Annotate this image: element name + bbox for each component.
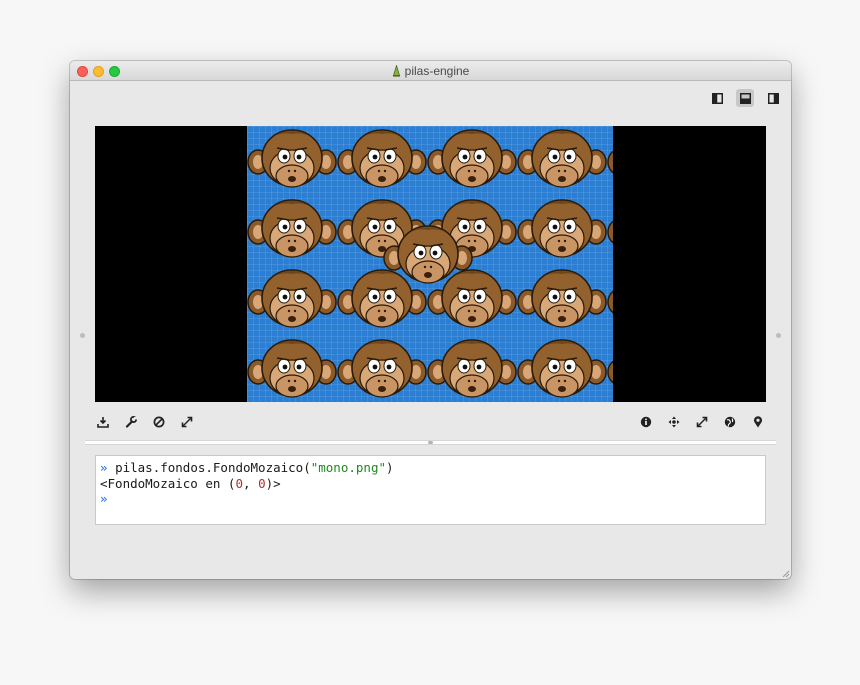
expand-icon [181, 416, 193, 428]
monkey-tile [337, 129, 427, 188]
move-button[interactable] [667, 415, 681, 429]
monkey-tile [517, 339, 607, 398]
info-icon [640, 416, 652, 428]
monkey-tile [607, 199, 613, 258]
info-button[interactable] [639, 415, 653, 429]
monkey-tile [517, 199, 607, 258]
resize-button[interactable] [695, 415, 709, 429]
app-icon [392, 65, 400, 77]
monkey-tile [247, 199, 337, 258]
panel-bottom-icon [739, 92, 751, 104]
title-bar[interactable]: pilas-engine [70, 61, 791, 81]
monkey-tile [247, 269, 337, 328]
console-line: » pilas.fondos.FondoMozaico("mono.png") [100, 460, 765, 476]
block-icon [153, 416, 165, 428]
expand-icon [696, 416, 708, 428]
monkey-tile [247, 339, 337, 398]
right-splitter-handle[interactable] [776, 333, 781, 338]
tools-button[interactable] [124, 415, 138, 429]
monkey-tile [517, 269, 607, 328]
window-title-wrap: pilas-engine [70, 64, 791, 78]
panel-right-icon [767, 92, 779, 104]
stop-button[interactable] [152, 415, 166, 429]
monkey-tile [607, 129, 613, 188]
app-window: pilas-engine » pilas.fondos.FondoMozaico… [70, 61, 791, 579]
monkey-tile [607, 269, 613, 328]
layout-right-button[interactable] [764, 89, 782, 107]
tiled-background [247, 129, 613, 398]
position-button[interactable] [751, 415, 765, 429]
console-prompt: » [100, 460, 108, 475]
save-button[interactable] [96, 415, 110, 429]
resize-grip[interactable] [780, 568, 790, 578]
globe-icon [724, 416, 736, 428]
physics-button[interactable] [723, 415, 737, 429]
save-icon [97, 417, 109, 428]
game-canvas[interactable] [247, 126, 613, 402]
game-stage[interactable] [95, 126, 766, 402]
pin-icon [754, 416, 762, 428]
console-command: pilas.fondos.FondoMozaico("mono.png") [115, 460, 394, 475]
wrench-icon [125, 416, 137, 428]
move-icon [668, 416, 680, 428]
layout-bottom-button[interactable] [736, 89, 754, 107]
panel-left-icon [711, 92, 723, 104]
left-splitter-handle[interactable] [80, 333, 85, 338]
layout-left-button[interactable] [708, 89, 726, 107]
monkey-tile [427, 129, 517, 188]
console-output: <FondoMozaico en (0, 0)> [100, 475, 281, 491]
monkey-tile [427, 339, 517, 398]
console-prompt: » [100, 491, 108, 506]
monkey-tile [607, 339, 613, 398]
splitter-handle[interactable] [428, 441, 433, 444]
window-title: pilas-engine [404, 64, 470, 78]
console-splitter[interactable] [85, 440, 776, 445]
python-console[interactable]: » pilas.fondos.FondoMozaico("mono.png") … [95, 455, 766, 525]
monkey-tile [517, 129, 607, 188]
monkey-tile [247, 129, 337, 188]
fullscreen-button[interactable] [180, 415, 194, 429]
console-input-line[interactable]: » [100, 491, 765, 507]
monkey-tile [337, 339, 427, 398]
